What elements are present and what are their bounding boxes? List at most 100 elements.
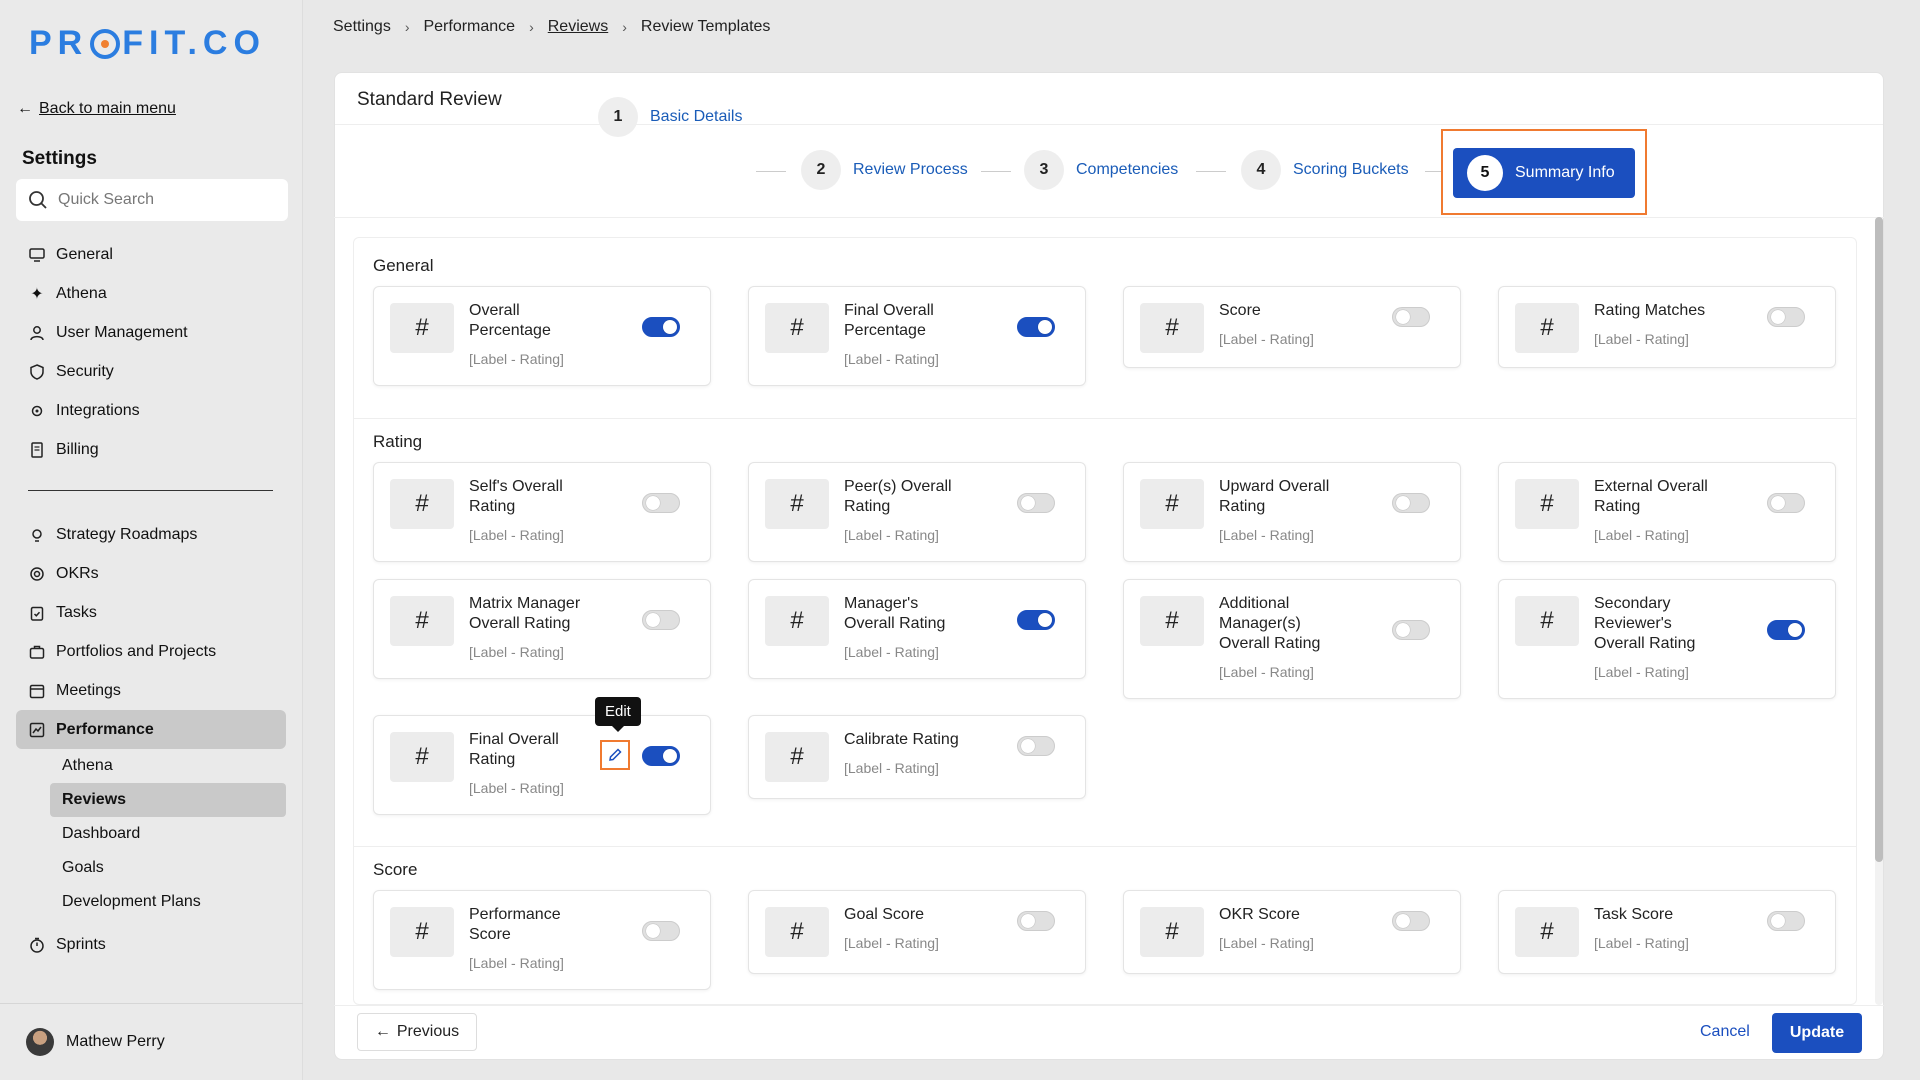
quick-search[interactable] [16,179,288,221]
sidebar-item-meetings[interactable]: Meetings [16,671,286,710]
sidebar-subitem-development-plans[interactable]: Development Plans [16,885,286,919]
toggle-switch[interactable] [642,317,680,337]
toggle-switch[interactable] [1392,493,1430,513]
sidebar-item-integrations[interactable]: Integrations [16,391,286,430]
toggle-switch[interactable] [1767,307,1805,327]
toggle-switch[interactable] [642,746,680,766]
toggle-switch[interactable] [1392,620,1430,640]
toggle-switch[interactable] [1017,911,1055,931]
step-scoring-buckets[interactable]: 4 Scoring Buckets [1241,150,1409,190]
logo[interactable]: PR FIT.CO [29,24,266,63]
scrollbar-thumb[interactable] [1875,217,1883,862]
sidebar-subitem-dashboard[interactable]: Dashboard [16,817,286,851]
breadcrumb-review-templates: Review Templates [640,18,771,35]
previous-label: Previous [396,1023,460,1040]
sidebar-item-portfolios[interactable]: Portfolios and Projects [16,632,286,671]
metric-sub: [Label - Rating] [1594,664,1689,680]
bulb-icon [28,526,46,544]
step-summary-info[interactable]: 5 Summary Info [1453,148,1635,198]
previous-button[interactable]: ← Previous [357,1013,477,1051]
metric-sub: [Label - Rating] [1219,935,1314,951]
toggle-switch[interactable] [1017,493,1055,513]
toggle-switch[interactable] [642,493,680,513]
summary-info-content: General # Overall Percentage [Label - Ra… [353,237,1857,1005]
sidebar-item-label: Portfolios and Projects [56,642,217,660]
toggle-switch[interactable] [642,921,680,941]
sidebar-item-strategy-roadmaps[interactable]: Strategy Roadmaps [16,515,286,554]
sidebar-item-sprints[interactable]: Sprints [16,925,286,964]
calendar-icon [28,682,46,700]
update-button[interactable]: Update [1772,1013,1862,1053]
metric-name: Performance Score [469,906,561,943]
settings-title: Settings [22,148,97,169]
toggle-switch[interactable] [1767,911,1805,931]
step-label: Summary Info [1515,164,1615,181]
header-divider [335,124,1883,125]
toggle-switch[interactable] [1017,610,1055,630]
metric-name: Manager's Overall Rating [844,595,946,632]
sidebar: PR FIT.CO ← Back to main menu Settings Ge… [0,0,303,1080]
hash-icon: # [1140,907,1204,957]
metric-card: # Matrix Manager Overall Rating [Label -… [373,579,711,679]
sidebar-item-user-management[interactable]: User Management [16,313,286,352]
sidebar-subitem-goals[interactable]: Goals [16,851,286,885]
breadcrumb-performance[interactable]: Performance [423,18,515,36]
user-profile[interactable]: Mathew Perry [0,1003,303,1080]
chart-icon [28,721,46,739]
metric-sub: [Label - Rating] [844,527,939,543]
receipt-icon [28,441,46,459]
breadcrumb-reviews[interactable]: Reviews [548,18,608,36]
cancel-button[interactable]: Cancel [1700,1023,1750,1041]
metric-card: # Calibrate Rating [Label - Rating] [748,715,1086,799]
toggle-switch[interactable] [1767,620,1805,640]
sidebar-item-okrs[interactable]: OKRs [16,554,286,593]
hash-icon: # [765,479,829,529]
back-to-main-menu-link[interactable]: ← Back to main menu [17,100,176,118]
metric-sub: [Label - Rating] [469,955,564,971]
logo-text-a: PR [29,24,89,62]
sidebar-subitem-reviews[interactable]: Reviews [50,783,286,817]
sidebar-item-general[interactable]: General [16,235,286,274]
sidebar-subitem-athena[interactable]: Athena [16,749,286,783]
metric-sub: [Label - Rating] [844,644,939,660]
step-competencies[interactable]: 3 Competencies [1024,150,1178,190]
toggle-switch[interactable] [1017,736,1055,756]
metric-card: # Score [Label - Rating] [1123,286,1461,368]
metric-sub: [Label - Rating] [1219,331,1314,347]
step-review-process[interactable]: 2 Review Process [801,150,968,190]
sidebar-item-athena[interactable]: ✦ Athena [16,274,286,313]
sidebar-item-label: General [56,245,113,263]
step-basic-details[interactable]: 1 Basic Details [598,97,742,137]
toggle-switch[interactable] [1767,493,1805,513]
sidebar-item-label: Performance [56,720,154,738]
arrow-left-icon: ← [374,1023,391,1040]
metric-card: # Rating Matches [Label - Rating] [1498,286,1836,368]
metric-card: # Task Score [Label - Rating] [1498,890,1836,974]
toggle-switch[interactable] [642,610,680,630]
metric-name: Peer(s) Overall Rating [844,478,952,515]
arrow-left-icon: ← [17,100,33,117]
metric-card: # External Overall Rating [Label - Ratin… [1498,462,1836,562]
sidebar-item-label: Security [56,362,114,380]
toggle-switch[interactable] [1017,317,1055,337]
metric-name: Rating Matches [1594,302,1706,319]
search-icon [29,191,47,209]
sidebar-item-tasks[interactable]: Tasks [16,593,286,632]
vertical-scrollbar[interactable] [1875,217,1883,1005]
search-input[interactable] [58,191,258,209]
edit-button[interactable] [600,740,630,770]
toggle-switch[interactable] [1392,307,1430,327]
sidebar-item-label: Meetings [56,681,121,699]
hash-icon: # [1515,907,1579,957]
metric-name: Calibrate Rating [844,731,959,748]
metric-card: # Additional Manager(s) Overall Rating [… [1123,579,1461,699]
step-number: 5 [1467,155,1503,191]
target-icon [28,565,46,583]
toggle-switch[interactable] [1392,911,1430,931]
sidebar-item-performance[interactable]: Performance [16,710,286,749]
sidebar-item-billing[interactable]: Billing [16,430,286,469]
metric-name: OKR Score [1219,906,1300,923]
metric-name: Final Overall Rating [469,731,559,768]
sidebar-item-security[interactable]: Security [16,352,286,391]
breadcrumb-settings[interactable]: Settings [333,18,391,36]
